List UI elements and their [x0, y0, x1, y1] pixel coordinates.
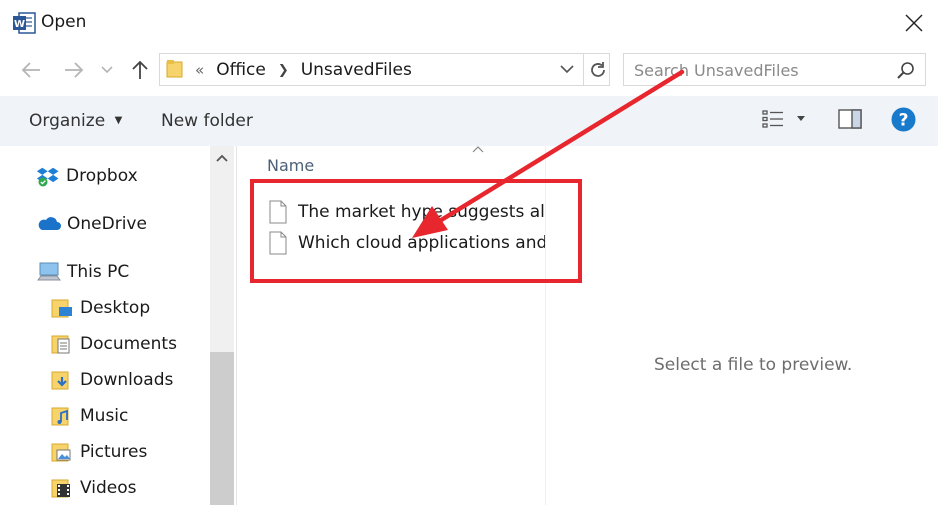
folder-icon: [166, 60, 183, 78]
pane-divider: [236, 146, 237, 505]
sidebar-item-label: This PC: [67, 262, 130, 282]
scroll-up-icon[interactable]: [215, 153, 229, 163]
svg-text:?: ?: [899, 111, 909, 131]
preview-message: Select a file to preview.: [654, 355, 853, 375]
search-placeholder: Search UnsavedFiles: [634, 61, 799, 80]
sidebar-item-this-pc[interactable]: This PC: [0, 254, 210, 290]
dropdown-caret-icon: ▼: [114, 115, 123, 126]
back-button[interactable]: [18, 57, 44, 83]
sidebar-item-dropbox[interactable]: Dropbox: [0, 158, 210, 194]
onedrive-icon: [38, 217, 61, 230]
up-button[interactable]: [127, 57, 153, 83]
sidebar-item-pictures[interactable]: Pictures: [0, 434, 210, 470]
organize-button[interactable]: Organize ▼: [29, 111, 122, 131]
sidebar-item-music[interactable]: Music: [0, 398, 210, 434]
breadcrumb-overflow[interactable]: «: [195, 61, 204, 79]
view-details-icon[interactable]: [762, 109, 784, 129]
downloads-folder-icon: [51, 371, 69, 390]
sidebar-item-desktop[interactable]: Desktop: [0, 290, 210, 326]
scrollbar-thumb[interactable]: [210, 352, 234, 505]
sidebar-item-downloads[interactable]: Downloads: [0, 362, 210, 398]
dropbox-icon: [36, 167, 59, 187]
annotation-highlight-box: [250, 179, 582, 283]
sidebar-item-label: Downloads: [80, 370, 174, 390]
sidebar-item-label: Pictures: [80, 442, 148, 462]
sidebar-item-documents[interactable]: Documents: [0, 326, 210, 362]
preview-pane-icon[interactable]: [838, 109, 862, 129]
navigation-pane: Dropbox OneDrive This PC Desktop Documen…: [0, 146, 210, 505]
address-history-chevron-icon[interactable]: [559, 64, 575, 76]
breadcrumb-unsavedfiles[interactable]: UnsavedFiles: [301, 60, 412, 80]
desktop-folder-icon: [51, 299, 72, 318]
breadcrumb-office[interactable]: Office: [216, 60, 266, 80]
close-button[interactable]: [896, 8, 932, 38]
computer-icon: [37, 262, 61, 281]
documents-folder-icon: [51, 335, 70, 354]
window-title: Open: [41, 12, 87, 32]
help-icon[interactable]: ?: [891, 107, 916, 132]
breadcrumb: « Office ❯ UnsavedFiles: [195, 60, 412, 80]
sort-ascending-icon: [472, 146, 484, 153]
address-divider: [583, 54, 584, 85]
organize-label: Organize: [29, 111, 106, 131]
sidebar-item-label: Videos: [80, 478, 137, 498]
search-icon[interactable]: [896, 61, 916, 81]
word-app-icon: W: [13, 12, 36, 34]
chevron-down-icon: [101, 66, 113, 74]
videos-folder-icon: [51, 479, 70, 498]
forward-arrow-icon: [65, 62, 84, 78]
breadcrumb-chevron-icon[interactable]: ❯: [278, 63, 289, 78]
up-arrow-icon: [132, 60, 148, 79]
view-options-chevron-icon[interactable]: [796, 115, 806, 123]
sidebar-item-onedrive[interactable]: OneDrive: [0, 206, 210, 242]
title-bar: [0, 0, 938, 46]
pictures-folder-icon: [51, 443, 71, 462]
column-header-name[interactable]: Name: [267, 156, 314, 175]
refresh-icon[interactable]: [588, 60, 608, 80]
music-folder-icon: [51, 407, 69, 426]
sidebar-item-label: Music: [80, 406, 129, 426]
address-bar[interactable]: « Office ❯ UnsavedFiles: [159, 53, 610, 86]
sidebar-item-label: Desktop: [80, 298, 151, 318]
new-folder-button[interactable]: New folder: [161, 111, 253, 131]
sidebar-item-label: Documents: [80, 334, 177, 354]
forward-button[interactable]: [61, 57, 87, 83]
sidebar-item-videos[interactable]: Videos: [0, 470, 210, 506]
recent-locations-button[interactable]: [97, 57, 117, 83]
back-arrow-icon: [21, 62, 40, 78]
search-input[interactable]: Search UnsavedFiles: [623, 53, 926, 86]
close-icon: [905, 14, 923, 32]
svg-text:W: W: [14, 19, 25, 30]
sidebar-item-label: Dropbox: [66, 166, 138, 186]
sidebar-item-label: OneDrive: [67, 214, 147, 234]
